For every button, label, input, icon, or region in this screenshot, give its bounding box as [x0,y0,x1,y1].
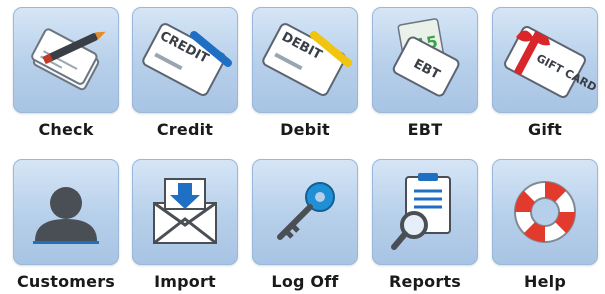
check-icon [31,28,106,91]
ebt-card-icon: 15 EBT [392,18,460,97]
import-label: Import [154,272,216,291]
report-magnifier-icon [391,173,451,250]
credit-button[interactable]: CREDIT [132,7,238,113]
credit-card-icon: CREDIT [142,23,232,96]
customers-button[interactable] [13,159,119,265]
lifebuoy-icon [514,181,576,243]
debit-card-icon: DEBIT [262,23,352,96]
gift-label: Gift [527,120,563,139]
log-off-button[interactable] [252,159,358,265]
reports-button[interactable] [372,159,478,265]
check-button[interactable] [13,7,119,113]
payment-menu-grid: Check CREDIT Credit DEBIT Debit 15 [0,0,605,294]
help-label: Help [524,272,566,291]
help-button[interactable] [492,159,598,265]
ebt-button[interactable]: 15 EBT [372,7,478,113]
gift-card-icon: GIFT CARD [504,26,598,98]
import-mail-icon [153,178,217,245]
reports-label: Reports [388,272,462,291]
customers-label: Customers [16,272,116,291]
debit-button[interactable]: DEBIT [252,7,358,113]
credit-label: Credit [156,120,214,139]
customer-icon [33,187,99,244]
ebt-label: EBT [407,120,443,139]
import-button[interactable] [132,159,238,265]
log-off-label: Log Off [271,272,339,291]
check-label: Check [38,120,94,139]
debit-label: Debit [280,120,330,139]
gift-button[interactable]: GIFT CARD [492,7,598,113]
key-icon [277,182,335,240]
